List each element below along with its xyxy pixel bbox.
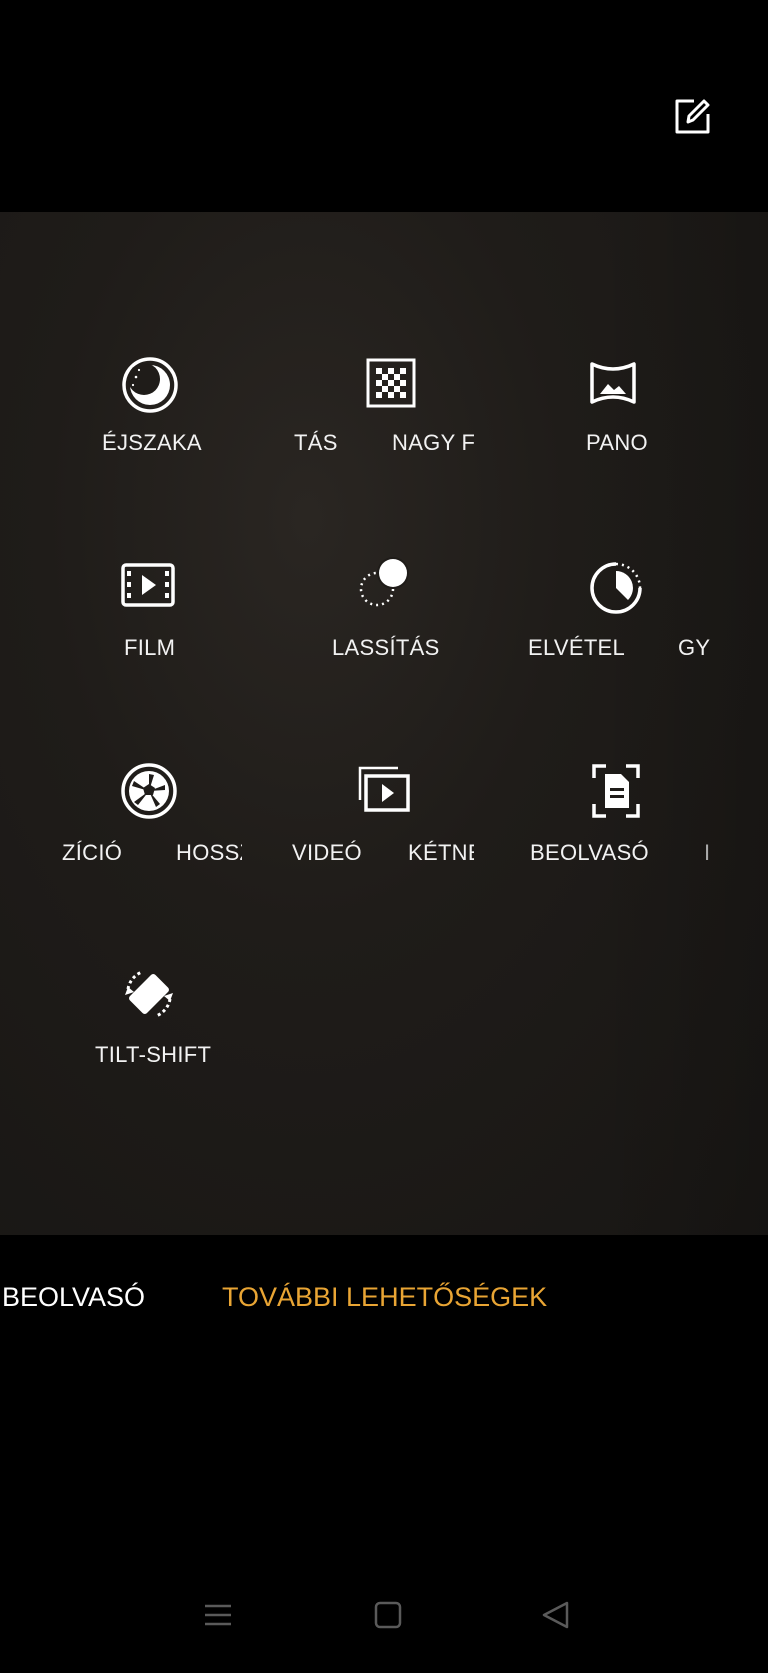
panorama-icon: [590, 362, 636, 404]
menu-icon[interactable]: [204, 1600, 232, 1630]
mode-pano-label: PANO: [586, 430, 648, 455]
home-icon[interactable]: [374, 1600, 402, 1630]
aperture-icon: [121, 763, 177, 819]
mode-beolvaso-label: BEOLVASÓ: [530, 840, 649, 865]
night-mode-icon: [122, 357, 178, 413]
mode-film[interactable]: FILM: [80, 555, 220, 665]
slow-motion-icon: [359, 557, 409, 607]
tab-beolvaso-partial[interactable]: BEOLVASÓ: [2, 1282, 145, 1313]
mode-hossz-partial[interactable]: HOSSZ: [170, 830, 250, 870]
mode-ketnezetes[interactable]: KÉTNE: [340, 760, 480, 870]
mode-gy-partial[interactable]: GY: [676, 625, 716, 665]
edit-button[interactable]: [668, 92, 716, 140]
mode-elvetel-partial[interactable]: ELVÉTEL: [528, 555, 658, 665]
tab-tovabbi-lehetosegek[interactable]: TOVÁBBI LEHETŐSÉGEK: [222, 1282, 547, 1313]
mode-tail-partial[interactable]: I: [700, 830, 720, 870]
mode-beolvaso[interactable]: BEOLVASÓ: [524, 760, 674, 870]
mode-nagy-label: NAGY F: [392, 430, 474, 455]
mode-lassitas-label: LASSÍTÁS: [332, 635, 440, 660]
edit-icon: [675, 99, 710, 134]
mode-elvetel-label: ELVÉTEL: [528, 635, 626, 660]
mode-tail-label: I: [704, 840, 711, 865]
mode-nagy-felbontas[interactable]: NAGY F: [340, 350, 480, 460]
time-lapse-icon: [590, 562, 642, 614]
mode-lassitas[interactable]: LASSÍTÁS: [320, 555, 480, 665]
dual-view-icon: [358, 766, 410, 812]
document-scanner-icon: [592, 764, 640, 818]
mode-tiltshift-label: TILT-SHIFT: [95, 1042, 212, 1067]
mode-tilt-shift[interactable]: TILT-SHIFT: [80, 962, 240, 1072]
mode-night[interactable]: ÉJSZAKA: [80, 350, 220, 460]
mode-hossz-label: HOSSZ: [176, 840, 242, 865]
mode-film-label: FILM: [124, 635, 176, 660]
back-icon[interactable]: [541, 1600, 571, 1630]
top-bar: [0, 0, 768, 212]
mode-zicio-label: ZÍCIÓ: [62, 840, 123, 865]
mode-ketne-label: KÉTNE: [408, 840, 474, 865]
mode-tas-label: TÁS: [294, 430, 338, 455]
tilt-shift-icon: [125, 970, 173, 1018]
mode-night-label: ÉJSZAKA: [102, 430, 202, 455]
mode-pano[interactable]: PANO: [546, 350, 686, 460]
film-icon: [121, 563, 175, 607]
high-resolution-icon: [366, 358, 416, 408]
mode-gy-label: GY: [678, 635, 710, 660]
